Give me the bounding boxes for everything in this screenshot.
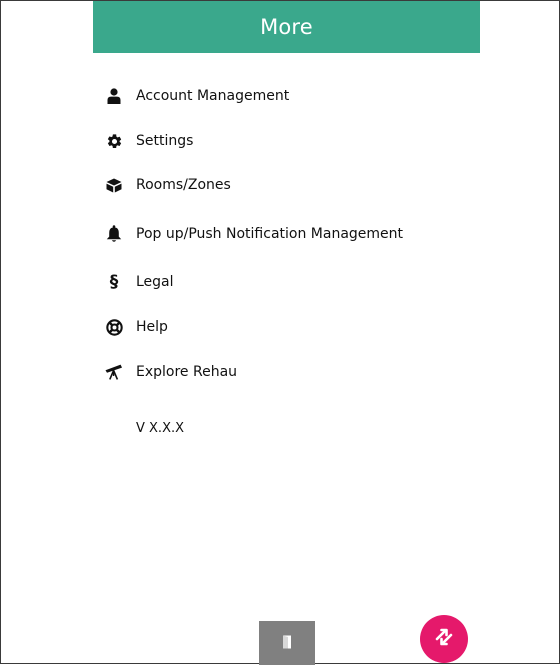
- gear-icon: [105, 132, 123, 150]
- menu-item-label: Settings: [136, 133, 194, 149]
- door-icon: [281, 634, 293, 653]
- page-title: More: [260, 15, 313, 39]
- menu-item-label: Rooms/Zones: [136, 177, 231, 193]
- menu-item-rooms-zones[interactable]: Rooms/Zones: [105, 172, 231, 198]
- bell-icon: [105, 225, 123, 243]
- menu-item-notification-management[interactable]: Pop up/Push Notification Management: [105, 221, 403, 247]
- menu-item-label: Legal: [136, 274, 174, 290]
- door-button[interactable]: [259, 621, 315, 665]
- menu-item-legal[interactable]: § Legal: [105, 269, 174, 295]
- menu-item-label: Account Management: [136, 88, 290, 104]
- menu-item-label: Explore Rehau: [136, 364, 238, 380]
- header-bar: More: [93, 1, 480, 53]
- menu-item-explore-rehau[interactable]: Explore Rehau: [105, 359, 237, 385]
- box-icon: [105, 176, 123, 194]
- telescope-icon: [105, 363, 123, 381]
- swap-arrows-icon: [433, 626, 455, 652]
- lifebuoy-icon: [105, 318, 123, 336]
- section-sign-icon: §: [109, 272, 119, 292]
- menu-item-help[interactable]: Help: [105, 314, 168, 340]
- menu-item-label: Help: [136, 319, 168, 335]
- menu-item-label: Pop up/Push Notification Management: [136, 226, 404, 242]
- app-frame: More Account Management Settings Rooms/Z…: [0, 0, 560, 665]
- person-icon: [105, 87, 123, 105]
- switch-action-button[interactable]: [420, 615, 468, 663]
- menu-item-settings[interactable]: Settings: [105, 128, 193, 154]
- version-label: V X.X.X: [136, 421, 185, 436]
- menu-item-account-management[interactable]: Account Management: [105, 83, 289, 109]
